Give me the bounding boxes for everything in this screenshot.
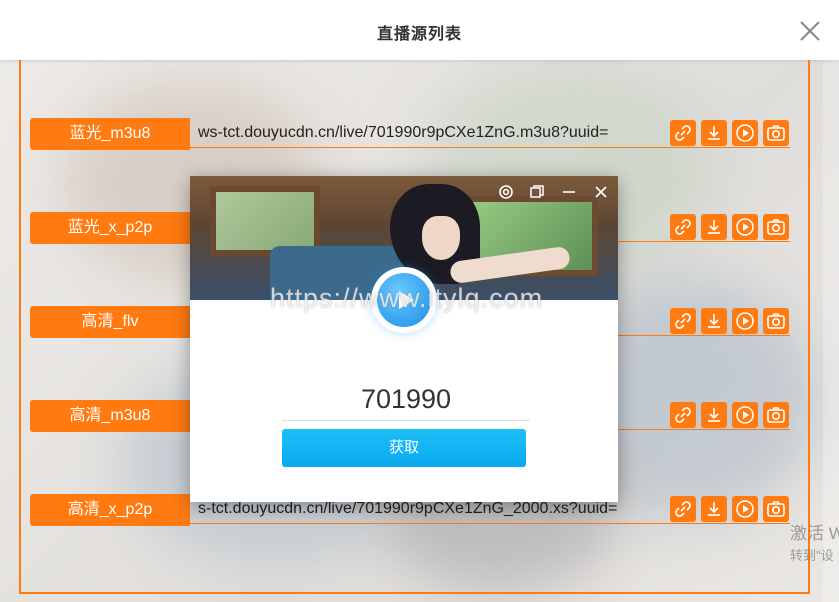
activate-windows-text: 激活 W: [790, 524, 839, 543]
close-icon: [800, 21, 820, 41]
screenshot-button[interactable]: [763, 120, 789, 146]
link-icon: [675, 407, 691, 423]
screenshot-button[interactable]: [763, 402, 789, 428]
copy-link-button[interactable]: [670, 496, 696, 522]
download-icon: [708, 408, 720, 422]
copy-link-button[interactable]: [670, 214, 696, 240]
play-button[interactable]: [732, 496, 758, 522]
close-window-button[interactable]: [797, 18, 823, 44]
minimize-icon: [563, 191, 575, 193]
download-button[interactable]: [701, 496, 727, 522]
play-icon: [736, 500, 754, 518]
link-icon: [675, 125, 691, 141]
camera-icon: [767, 313, 785, 329]
room-code-input[interactable]: [282, 378, 530, 421]
pin-window-button[interactable]: [528, 183, 546, 201]
camera-icon: [767, 407, 785, 423]
source-url-field[interactable]: ws-tct.douyucdn.cn/live/701990r9pCXe1ZnG…: [190, 118, 790, 148]
download-button[interactable]: [701, 214, 727, 240]
play-icon: [736, 218, 754, 236]
settings-button[interactable]: [497, 183, 515, 201]
source-quality-label[interactable]: 高清_m3u8: [30, 400, 190, 432]
camera-icon: [767, 125, 785, 141]
screenshot-button[interactable]: [763, 308, 789, 334]
screenshot-button[interactable]: [763, 496, 789, 522]
link-icon: [675, 219, 691, 235]
screenshot-button[interactable]: [763, 214, 789, 240]
camera-icon: [767, 501, 785, 517]
download-button[interactable]: [701, 120, 727, 146]
play-button[interactable]: [732, 308, 758, 334]
copy-link-button[interactable]: [670, 120, 696, 146]
download-button[interactable]: [701, 308, 727, 334]
source-quality-label[interactable]: 高清_flv: [30, 306, 190, 338]
play-icon: [736, 124, 754, 142]
download-icon: [708, 314, 720, 328]
source-quality-label[interactable]: 蓝光_x_p2p: [30, 212, 190, 244]
close-icon: [595, 186, 607, 198]
play-logo: [371, 267, 437, 333]
window-title: 直播源列表: [376, 26, 462, 43]
activate-windows-subtext: 转到"设: [790, 548, 834, 563]
minimize-button[interactable]: [560, 183, 578, 201]
download-icon: [708, 502, 720, 516]
get-button[interactable]: 获取: [282, 429, 526, 467]
copy-link-button[interactable]: [670, 308, 696, 334]
source-row: 蓝光_m3u8 ws-tct.douyucdn.cn/live/701990r9p…: [30, 118, 792, 150]
play-icon: [736, 406, 754, 424]
link-icon: [675, 501, 691, 517]
play-icon: [399, 291, 414, 309]
download-button[interactable]: [701, 402, 727, 428]
download-icon: [708, 220, 720, 234]
play-button[interactable]: [732, 214, 758, 240]
title-bar: 直播源列表: [0, 0, 839, 60]
settings-icon: [499, 185, 513, 199]
play-button[interactable]: [732, 402, 758, 428]
source-quality-label[interactable]: 高清_x_p2p: [30, 494, 190, 526]
play-button[interactable]: [732, 120, 758, 146]
download-icon: [708, 126, 720, 140]
room-code-popup: 获取: [190, 176, 618, 502]
camera-icon: [767, 219, 785, 235]
popup-close-button[interactable]: [592, 183, 610, 201]
link-icon: [675, 313, 691, 329]
pin-window-icon: [530, 185, 544, 198]
play-icon: [736, 312, 754, 330]
source-quality-label[interactable]: 蓝光_m3u8: [30, 118, 190, 150]
copy-link-button[interactable]: [670, 402, 696, 428]
